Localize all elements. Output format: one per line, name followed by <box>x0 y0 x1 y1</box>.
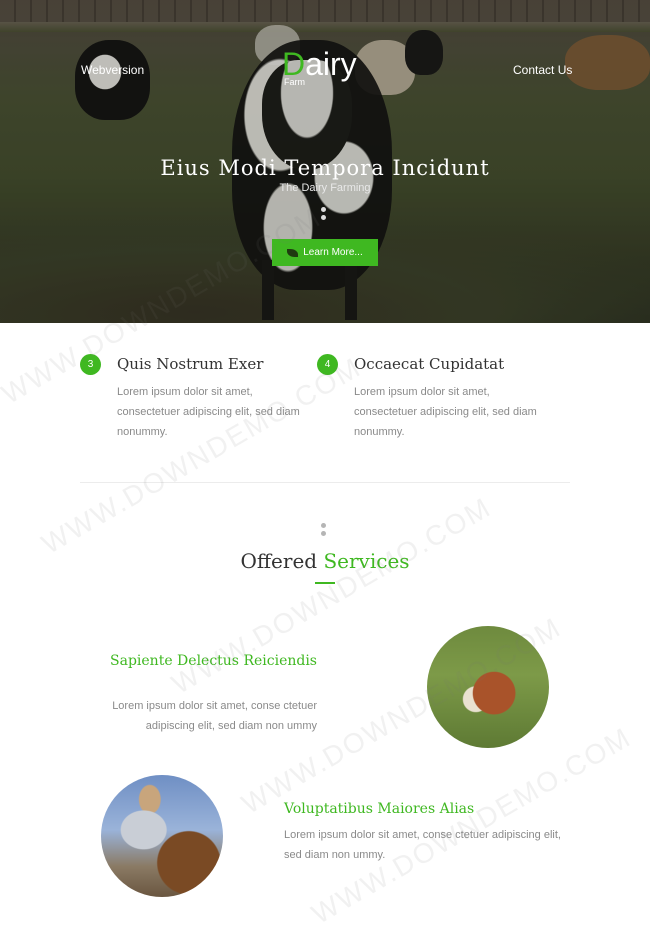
feature-number-badge: 3 <box>80 354 101 375</box>
learn-more-button[interactable]: Learn More... <box>272 239 378 266</box>
feature-title: Occaecat Cupidatat <box>354 355 505 373</box>
section-dots-divider <box>321 523 327 539</box>
logo[interactable]: Dairy Farm <box>282 44 372 94</box>
farmer-with-cow-image <box>101 775 223 897</box>
logo-rest: airy <box>305 46 357 82</box>
service-text: Lorem ipsum dolor sit amet, conse ctetue… <box>112 700 317 732</box>
section-divider <box>80 482 570 483</box>
contact-us-link[interactable]: Contact Us <box>513 63 572 77</box>
learn-more-label: Learn More... <box>303 247 363 258</box>
hero-subtitle: The Dairy Farming <box>279 182 371 194</box>
feature-title: Quis Nostrum Exer <box>117 355 264 373</box>
services-heading: Offered Services <box>0 549 650 573</box>
service-title: Voluptatibus Maiores Alias <box>284 801 475 817</box>
feature-text: Lorem ipsum dolor sit amet, consectetuer… <box>117 386 300 438</box>
service-text: Lorem ipsum dolor sit amet, conse ctetue… <box>284 829 561 861</box>
leaf-icon <box>287 248 299 257</box>
webversion-link[interactable]: Webversion <box>81 63 144 77</box>
services-heading-plain: Offered <box>240 549 324 573</box>
hero-title: Eius Modi Tempora Incidunt <box>160 156 490 180</box>
hero-banner: Webversion Contact Us Dairy Farm Eius Mo… <box>0 0 650 323</box>
hero-dots-divider <box>321 207 327 223</box>
feature-number-badge: 4 <box>317 354 338 375</box>
logo-subtitle: Farm <box>284 77 305 87</box>
heading-underline <box>315 582 335 584</box>
cow-grazing-image <box>427 626 549 748</box>
feature-text: Lorem ipsum dolor sit amet, consectetuer… <box>354 386 537 438</box>
service-title: Sapiente Delectus Reiciendis <box>110 653 317 669</box>
services-heading-accent: Services <box>323 549 410 573</box>
